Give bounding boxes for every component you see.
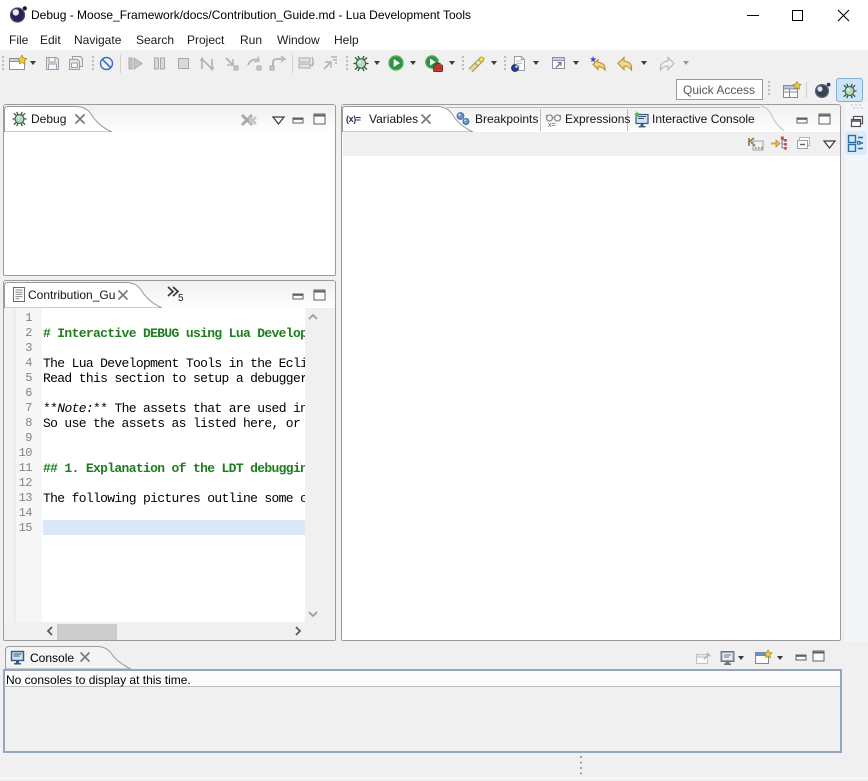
svg-text:x=: x= — [548, 122, 556, 128]
svg-text:5: 5 — [178, 293, 184, 303]
